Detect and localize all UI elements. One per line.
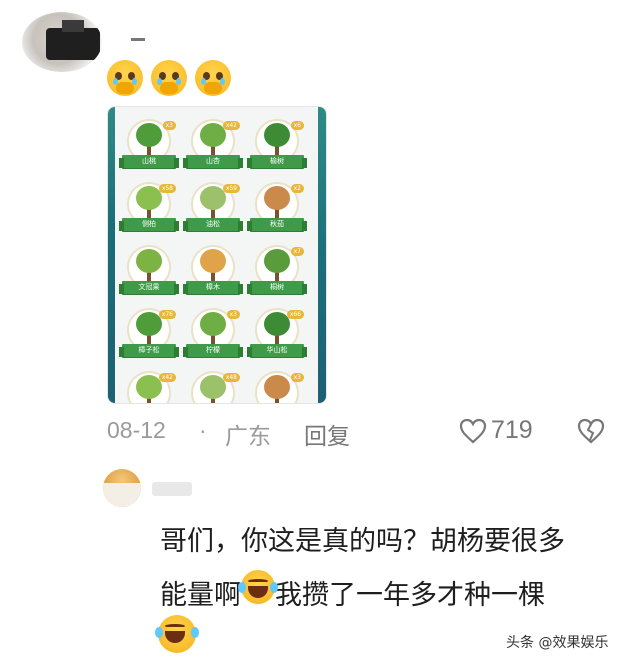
tree-item: x76 樟子松: [119, 304, 180, 366]
attached-screenshot[interactable]: x3 山桃 x42 山杏 x6 榆树 x58 侧柏 x59 油松 x2 秋茄文冠果 樟木 x7 桐树 x76 樟…: [107, 106, 327, 404]
tree-quantity-badge: x7: [290, 247, 304, 256]
tree-item: x58 侧柏: [119, 178, 180, 240]
like-count: 719: [491, 416, 533, 444]
commenter-name[interactable]: [131, 38, 145, 41]
avatar-redaction: [46, 28, 100, 60]
tree-quantity-badge: x48: [222, 373, 240, 382]
username-redaction-2: [196, 480, 286, 498]
laugh-cry-emoji-icon: [155, 615, 199, 657]
reply-line-2: 能量啊 我攒了一年多才种一棵: [160, 569, 620, 623]
tree-quantity-badge: x76: [158, 310, 176, 319]
crying-emoji-icon: [151, 60, 187, 96]
screenshot-right-edge: [318, 107, 326, 403]
reply-line-2a: 能量啊: [160, 580, 241, 611]
avatar-redaction: [103, 483, 141, 507]
commenter-avatar[interactable]: [22, 12, 102, 72]
tree-item: 文冠果: [119, 241, 180, 303]
reply-line-1: 哥们，你这是真的吗？胡杨要很多: [160, 526, 565, 557]
comment-date: 08-12: [107, 417, 166, 443]
tree-item: x42: [122, 367, 180, 403]
tree-quantity-badge: x58: [158, 184, 176, 193]
tree-item: x7 桐树: [247, 241, 308, 303]
meta-separator: ·: [199, 417, 207, 443]
tree-quantity-badge: x3: [290, 373, 304, 382]
crying-emoji-icon: [107, 60, 143, 96]
comment-meta: 08-12 · 广东: [107, 417, 271, 449]
tree-quantity-badge: x3: [162, 121, 176, 130]
tree-name-ribbon: 柠檬: [183, 344, 243, 357]
tree-name-ribbon: 秋茄: [247, 218, 307, 231]
comment-emoji-row: [107, 60, 231, 96]
reply-button[interactable]: 回复: [304, 417, 350, 451]
like-button[interactable]: 719: [459, 416, 533, 445]
tree-name-ribbon: 榆树: [247, 155, 307, 168]
tree-item: x3: [250, 367, 308, 403]
dislike-button[interactable]: [577, 418, 605, 448]
laugh-cry-emoji-icon: [238, 570, 278, 604]
reply-avatar[interactable]: [103, 469, 141, 507]
tree-quantity-badge: x3: [226, 310, 240, 319]
tree-item: x3 山桃: [119, 115, 180, 177]
tree-quantity-badge: x42: [158, 373, 176, 382]
heart-icon: [459, 418, 487, 443]
username-redaction: [152, 482, 192, 496]
reply-text: 哥们，你这是真的吗？胡杨要很多 能量啊 我攒了一年多才种一棵: [160, 515, 620, 623]
tree-name-ribbon: 山桃: [119, 155, 179, 168]
tree-name-ribbon: 华山松: [247, 344, 307, 357]
tree-quantity-badge: x66: [286, 310, 304, 319]
broken-heart-icon: [577, 418, 605, 444]
tree-item: 樟木: [183, 241, 244, 303]
tree-item: x66 华山松: [247, 304, 308, 366]
tree-grid: x3 山桃 x42 山杏 x6 榆树 x58 侧柏 x59 油松 x2 秋茄文冠果 樟木 x7 桐树 x76 樟…: [119, 115, 312, 403]
tree-name-ribbon: 樟木: [183, 281, 243, 294]
tree-quantity-badge: x6: [290, 121, 304, 130]
watermark: 头条 @效果娱乐: [506, 635, 609, 651]
tree-item: x42 山杏: [183, 115, 244, 177]
comment-region: 广东: [225, 423, 271, 449]
tree-item: x3 柠檬: [183, 304, 244, 366]
tree-name-ribbon: 桐树: [247, 281, 307, 294]
tree-name-ribbon: 文冠果: [119, 281, 179, 294]
tree-name-ribbon: 侧柏: [119, 218, 179, 231]
tree-item: x48: [186, 367, 244, 403]
tree-item: x2 秋茄: [247, 178, 308, 240]
tree-name-ribbon: 樟子松: [119, 344, 179, 357]
tree-quantity-badge: x2: [290, 184, 304, 193]
reply-line-2b: 我攒了一年多才种一棵: [275, 580, 545, 611]
tree-name-ribbon: 山杏: [183, 155, 243, 168]
tree-name-ribbon: 油松: [183, 218, 243, 231]
tree-quantity-badge: x42: [222, 121, 240, 130]
avatar-redaction-top: [62, 20, 84, 32]
tree-item: x59 油松: [183, 178, 244, 240]
screenshot-left-edge: [108, 107, 115, 403]
tree-item: x6 榆树: [247, 115, 308, 177]
crying-emoji-icon: [195, 60, 231, 96]
tree-quantity-badge: x59: [222, 184, 240, 193]
reply-username[interactable]: [152, 478, 292, 500]
